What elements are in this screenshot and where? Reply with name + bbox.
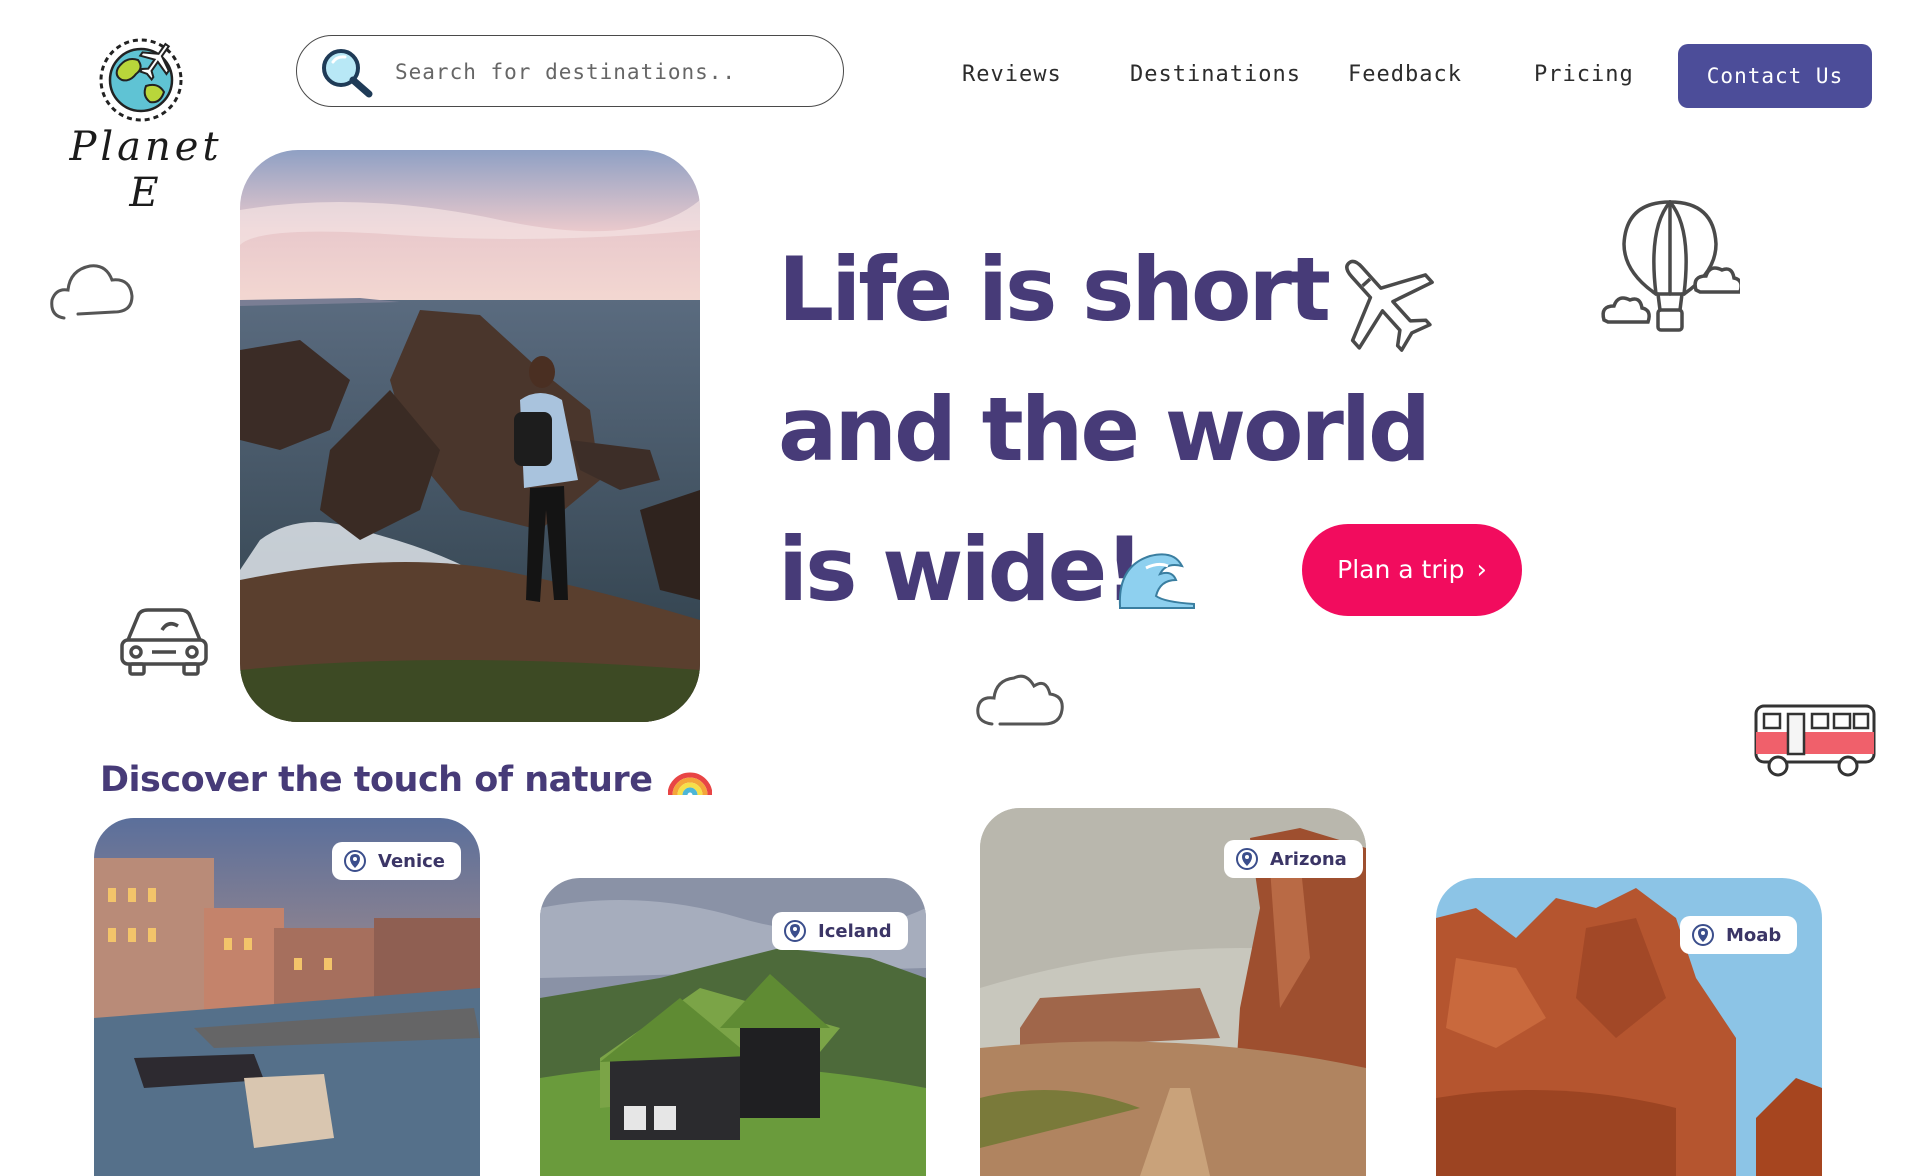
globe-airplane-icon [99,38,183,122]
location-label: Iceland [818,920,892,942]
location-pin-icon [1692,924,1714,946]
plan-trip-label: Plan a trip [1337,555,1465,584]
search-bar[interactable] [296,35,844,107]
chevron-right-icon: › [1476,555,1487,585]
location-pin-icon [1236,848,1258,870]
location-label: Venice [378,850,446,872]
location-badge: Arizona [1224,840,1363,878]
cloud-icon [50,264,134,320]
destination-card-iceland[interactable]: Iceland [540,878,926,1176]
headline-line-2: and the world [778,378,1431,481]
nav-pricing[interactable]: Pricing [1534,62,1634,87]
cloud-icon [976,674,1064,726]
discover-title-text: Discover the touch of nature [100,760,653,800]
destination-card-arizona[interactable]: Arizona [980,808,1366,1176]
location-pin-icon [344,850,366,872]
car-icon [120,608,208,676]
destination-card-venice[interactable]: Venice [94,818,480,1176]
wave-icon [1118,553,1195,609]
nav-feedback[interactable]: Feedback [1348,62,1462,87]
contact-us-button[interactable]: Contact Us [1678,44,1872,108]
headline-line-1: Life is short [778,238,1331,341]
plan-trip-button[interactable]: Plan a trip › [1302,524,1522,616]
search-icon [322,49,373,98]
discover-title: Discover the touch of nature [100,757,713,800]
bus-icon [1754,704,1876,777]
search-input[interactable] [393,54,817,90]
location-badge: Moab [1680,916,1798,954]
airplane-icon [1345,259,1434,352]
location-badge: Iceland [772,912,908,950]
logo[interactable]: Planet E [56,28,236,216]
nav-destinations[interactable]: Destinations [1130,62,1301,87]
hero-image [240,150,700,722]
location-label: Moab [1726,924,1782,946]
location-badge: Venice [332,842,462,880]
location-label: Arizona [1270,848,1347,870]
destination-card-moab[interactable]: Moab [1436,878,1822,1176]
page: Planet E Reviews Destinations Feedback P… [0,0,1920,1176]
rainbow-icon [667,772,713,796]
hot-air-balloon-icon [1601,200,1740,332]
headline-line-3: is wide! [778,518,1144,621]
logo-text: Planet E [69,124,223,216]
nav-reviews[interactable]: Reviews [962,62,1062,87]
location-pin-icon [784,920,806,942]
